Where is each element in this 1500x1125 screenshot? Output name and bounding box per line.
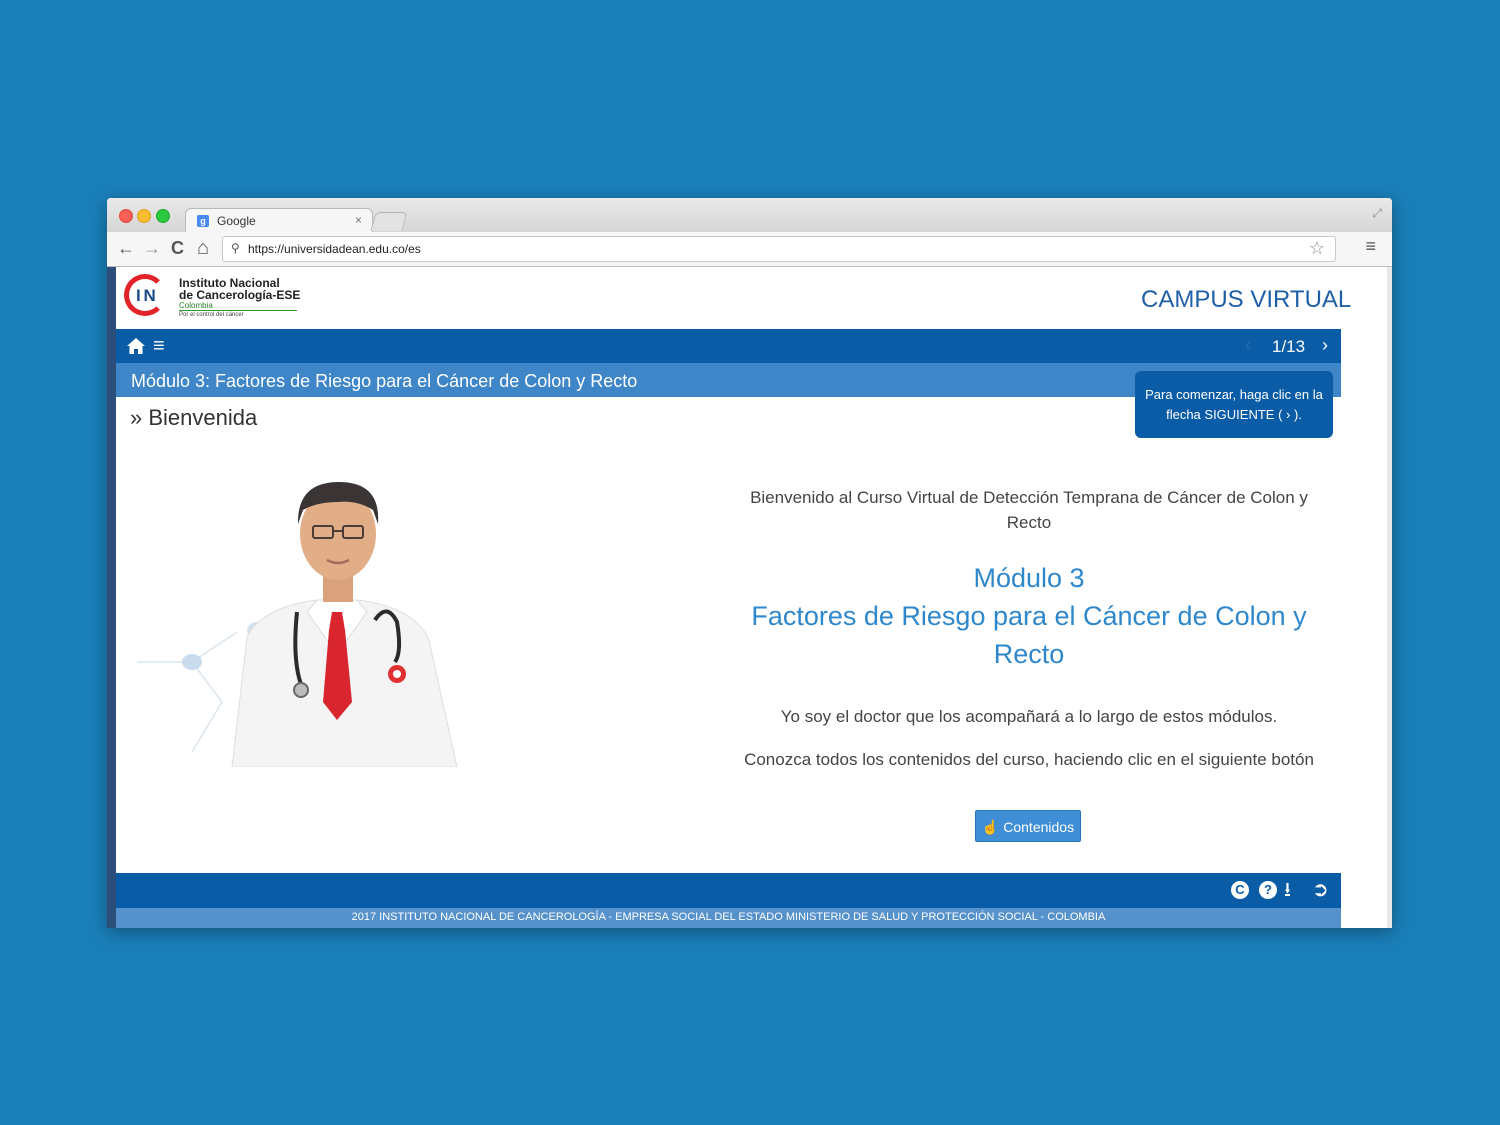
browser-menu-icon[interactable]: ≡ [1365,236,1376,257]
tab-title: Google [217,214,256,228]
google-favicon-icon: g [197,215,209,227]
scrollbar[interactable] [1387,267,1392,928]
module-name: Factores de Riesgo para el Cáncer de Col… [751,601,1307,669]
page-viewport: I N Instituto Nacional de Cancerología-E… [107,267,1392,928]
left-edge-bar [107,267,116,928]
reload-icon[interactable]: C [171,236,184,260]
doctor-intro-text: Yo soy el doctor que los acompañará a lo… [780,707,1278,726]
next-page-icon[interactable]: › [1322,335,1328,356]
download-icon[interactable]: ⭳ [1284,878,1291,902]
address-bar[interactable]: ⚲ https://universidadean.edu.co/es ☆ [222,236,1336,262]
logo-name-line2: de Cancerología-ESE [179,288,301,302]
forward-arrow-icon[interactable]: → [143,236,161,260]
credits-icon[interactable]: C [1231,881,1249,899]
home-icon[interactable] [126,336,146,356]
module-heading: Módulo 3 Factores de Riesgo para el Cánc… [737,559,1321,673]
doctor-illustration [137,482,458,767]
bookmark-star-icon[interactable]: ☆ [1309,238,1325,259]
help-icon[interactable]: ? [1259,881,1277,899]
tab-strip: g Google × ⤢ [107,198,1392,233]
copyright-text: 2017 INSTITUTO NACIONAL DE CANCEROLOGÍA … [351,911,1106,923]
browser-tab[interactable]: g Google × [185,208,373,233]
course-menu-icon[interactable]: ≡ [153,336,165,356]
minimize-window-button[interactable] [137,209,151,223]
tab-close-icon[interactable]: × [355,213,362,227]
close-window-button[interactable] [119,209,133,223]
contents-button[interactable]: ☝ Contenidos [975,810,1081,842]
fullscreen-icon[interactable]: ⤢ [1372,206,1382,221]
campus-virtual-label: CAMPUS VIRTUAL [1141,286,1352,313]
breadcrumb: » Bienvenida [130,405,258,430]
maximize-window-button[interactable] [156,209,170,223]
course-navbar: ≡ ‹ 1/13 › [116,329,1341,363]
exit-icon[interactable]: ➲ [1312,878,1329,902]
start-hint-tooltip: Para comenzar, haga clic en la flecha SI… [1135,371,1333,438]
new-tab-button[interactable] [370,212,408,231]
module-title: Módulo 3: Factores de Riesgo para el Cán… [131,371,638,391]
browser-window: g Google × ⤢ ← → C ⌂ ⚲ https://universid… [107,198,1392,928]
welcome-text: Bienvenido al Curso Virtual de Detección… [750,488,1308,532]
logo-country: Colombia [179,301,213,310]
contents-instruction-text: Conozca todos los contenidos del curso, … [744,750,1314,769]
footer-bar: C ? ⭳ ➲ [116,873,1341,908]
browser-toolbar: ← → C ⌂ ⚲ https://universidadean.edu.co/… [107,232,1392,267]
logo-tagline: Por el control del cáncer [179,310,297,318]
page-counter: 1/13 [1272,337,1306,356]
module-number: Módulo 3 [973,563,1085,593]
copyright-bar: 2017 INSTITUTO NACIONAL DE CANCEROLOGÍA … [116,908,1341,928]
logo-mark: I N [136,286,156,305]
previous-page-icon[interactable]: ‹ [1245,335,1251,356]
home-browser-icon[interactable]: ⌂ [197,236,209,260]
back-arrow-icon[interactable]: ← [117,236,135,260]
url-text[interactable]: https://universidadean.edu.co/es [248,242,421,256]
institute-logo[interactable]: I N Instituto Nacional de Cancerología-E… [124,273,304,327]
search-icon: ⚲ [231,241,240,255]
